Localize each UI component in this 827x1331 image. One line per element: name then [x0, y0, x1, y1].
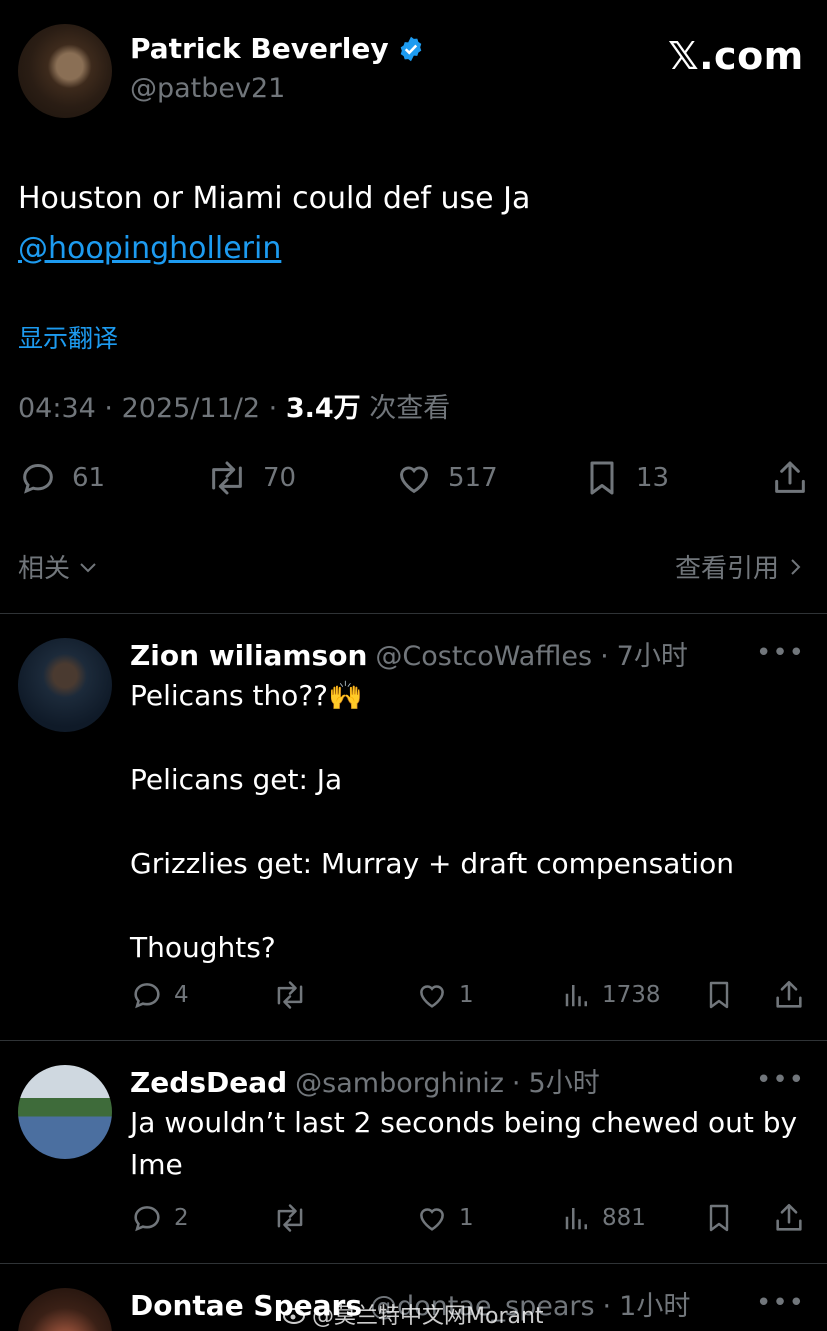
bookmark-button[interactable] — [703, 1201, 735, 1235]
reply-icon — [130, 1201, 164, 1235]
author-handle[interactable]: @patbev21 — [130, 73, 285, 104]
reply-text: Ja wouldn’t last 2 seconds being chewed … — [130, 1106, 798, 1181]
bookmark-button[interactable] — [703, 978, 735, 1012]
divider — [0, 1263, 827, 1264]
tweet-time[interactable]: 04:34 — [18, 393, 96, 424]
views-count: 3.4万 — [285, 393, 361, 424]
retweet-count: 70 — [263, 463, 297, 493]
heart-icon — [415, 978, 449, 1012]
view-count: 1738 — [602, 982, 661, 1008]
like-count: 517 — [448, 463, 498, 493]
reply-count: 4 — [174, 982, 189, 1008]
heart-icon — [415, 1201, 449, 1235]
like-button[interactable]: 1 — [415, 978, 474, 1012]
like-button[interactable]: 1 — [415, 1201, 474, 1235]
reply-button[interactable]: 61 — [18, 458, 105, 498]
reply-icon — [18, 458, 58, 498]
reply-button[interactable]: 2 — [130, 1201, 189, 1235]
retweet-button[interactable] — [272, 978, 308, 1012]
reply-time[interactable]: 1小时 — [619, 1284, 690, 1323]
retweet-icon — [205, 458, 249, 498]
bookmark-count: 13 — [636, 463, 670, 493]
reply-author-handle[interactable]: @samborghiniz — [295, 1068, 504, 1099]
author-name[interactable]: Patrick Beverley — [130, 32, 425, 65]
reply-count: 2 — [174, 1205, 189, 1231]
reply-count: 61 — [72, 463, 106, 493]
share-icon — [772, 1201, 806, 1235]
retweet-button[interactable]: 70 — [205, 458, 296, 498]
analytics-bar-icon — [562, 1201, 592, 1235]
reply-header: ZedsDead @samborghiniz · 5小时 — [130, 1061, 600, 1100]
views-label: 次查看 — [369, 393, 451, 424]
bookmark-icon — [703, 1201, 735, 1235]
x-logo: 𝕏.com — [668, 34, 804, 78]
show-translation-link[interactable]: 显示翻译 — [18, 319, 118, 355]
bookmark-icon — [703, 978, 735, 1012]
share-icon — [770, 458, 810, 498]
view-quotes-link[interactable]: 查看引用 — [675, 548, 805, 585]
like-count: 1 — [459, 982, 474, 1008]
mention-link[interactable]: @hoopinghollerin — [18, 231, 281, 266]
chevron-right-icon — [787, 555, 805, 579]
tweet-date[interactable]: 2025/11/2 — [122, 393, 260, 424]
related-label: 相关 — [18, 554, 71, 584]
reply-header: Zion wiliamson @CostcoWaffles · 7小时 — [130, 634, 688, 673]
quotes-label: 查看引用 — [674, 554, 779, 584]
more-options-icon[interactable]: ••• — [756, 1288, 805, 1318]
view-count: 881 — [602, 1205, 646, 1231]
reply-author-name[interactable]: ZedsDead — [130, 1066, 287, 1099]
bookmark-icon — [582, 458, 622, 498]
reply-avatar[interactable] — [18, 638, 112, 732]
author-name-text[interactable]: Patrick Beverley — [130, 32, 389, 65]
like-count: 1 — [459, 1205, 474, 1231]
views-button[interactable]: 1738 — [562, 978, 661, 1012]
reply-icon — [130, 978, 164, 1012]
bookmark-button[interactable]: 13 — [582, 458, 669, 498]
related-dropdown[interactable]: 相关 — [18, 548, 100, 585]
retweet-icon — [272, 978, 308, 1012]
verified-badge-icon — [397, 35, 425, 63]
views-button[interactable]: 881 — [562, 1201, 646, 1235]
share-button[interactable] — [770, 458, 810, 498]
watermark-text: @莫兰特中文网Morant — [312, 1304, 544, 1329]
watermark: @莫兰特中文网Morant — [282, 1298, 544, 1330]
share-button[interactable] — [772, 978, 806, 1012]
reply-author-name[interactable]: Zion wiliamson — [130, 639, 367, 672]
heart-icon — [394, 458, 434, 498]
like-button[interactable]: 517 — [394, 458, 498, 498]
weibo-icon — [282, 1303, 308, 1325]
share-button[interactable] — [772, 1201, 806, 1235]
tweet-text-line: Houston or Miami could def use Ja — [18, 181, 531, 216]
divider — [0, 1040, 827, 1041]
chevron-down-icon — [76, 555, 100, 579]
reply-button[interactable]: 4 — [130, 978, 189, 1012]
reply-avatar[interactable] — [18, 1288, 112, 1331]
more-options-icon[interactable]: ••• — [756, 638, 805, 668]
reply-text: Pelicans tho??🙌 Pelicans get: Ja Grizzli… — [130, 679, 735, 964]
divider — [0, 613, 827, 614]
share-icon — [772, 978, 806, 1012]
analytics-bar-icon — [562, 978, 592, 1012]
retweet-icon — [272, 1201, 308, 1235]
reply-author-handle[interactable]: @CostcoWaffles — [375, 641, 592, 672]
reply-time[interactable]: 5小时 — [529, 1061, 600, 1100]
author-avatar[interactable] — [18, 24, 112, 118]
tweet-meta: 04:34 · 2025/11/2 · 3.4万 次查看 — [18, 393, 451, 424]
retweet-button[interactable] — [272, 1201, 308, 1235]
reply-time[interactable]: 7小时 — [617, 634, 688, 673]
reply-avatar[interactable] — [18, 1065, 112, 1159]
more-options-icon[interactable]: ••• — [756, 1065, 805, 1095]
tweet-text: Houston or Miami could def use Ja @hoopi… — [18, 174, 530, 274]
